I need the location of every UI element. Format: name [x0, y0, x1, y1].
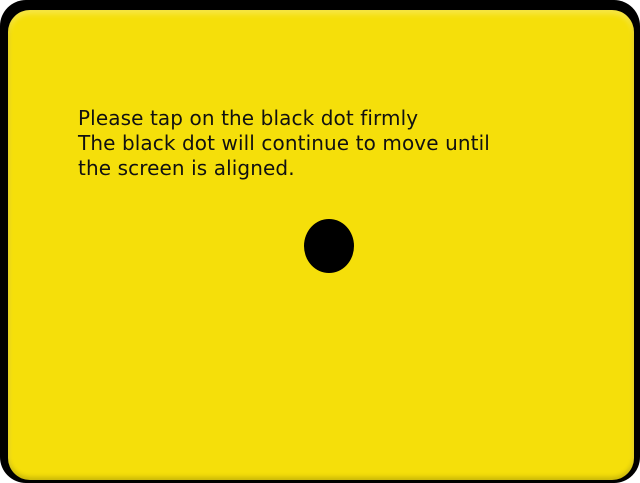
instruction-line-3: the screen is aligned.	[78, 156, 295, 180]
calibration-screen: Please tap on the black dot firmly The b…	[0, 0, 640, 483]
instruction-line-1: Please tap on the black dot firmly	[78, 106, 419, 130]
instruction-line-2: The black dot will continue to move unti…	[78, 131, 490, 155]
calibration-dot[interactable]	[304, 219, 354, 273]
calibration-instructions: Please tap on the black dot firmly The b…	[78, 106, 490, 181]
